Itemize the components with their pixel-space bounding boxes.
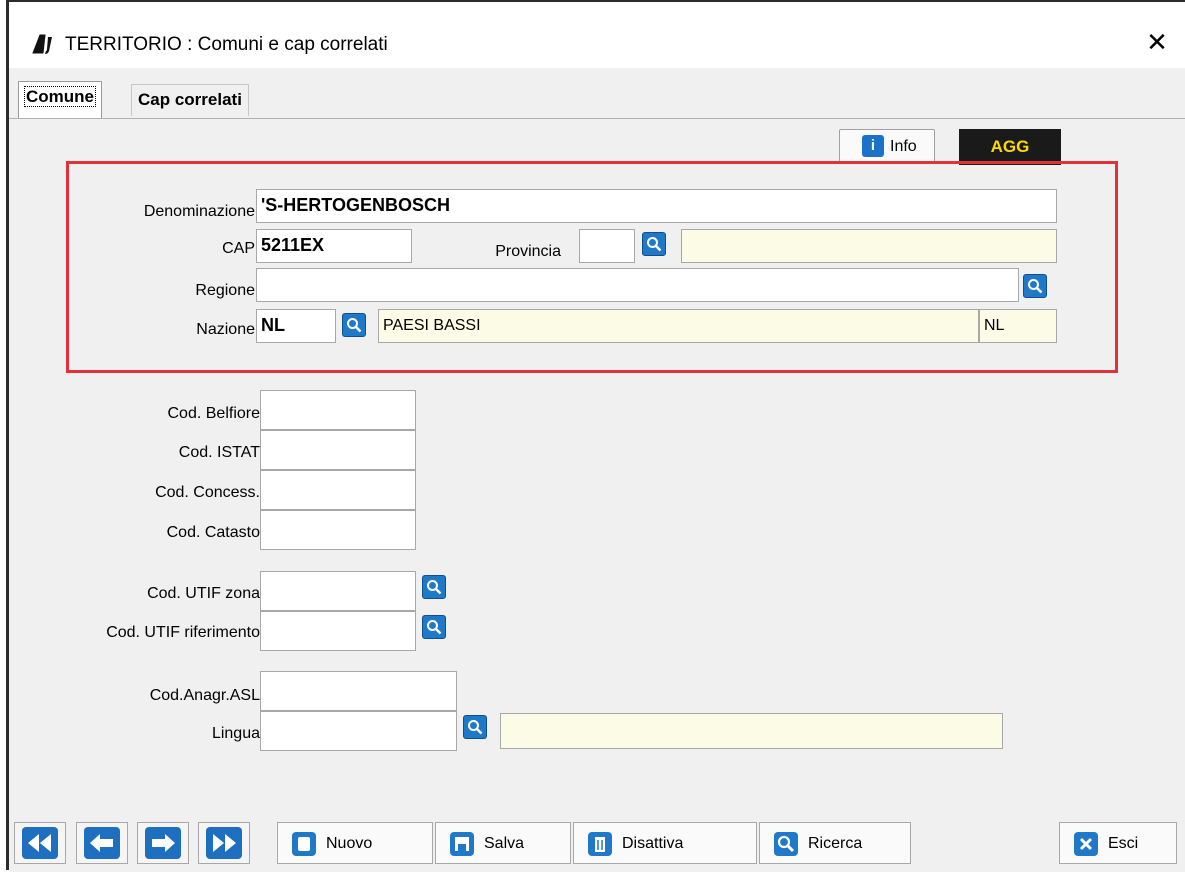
denominazione-field[interactable]: 'S-HERTOGENBOSCH bbox=[256, 189, 1057, 223]
cod-belfiore-label: Cod. Belfiore bbox=[167, 405, 261, 422]
nazione-description: PAESI BASSI bbox=[378, 309, 979, 343]
regione-search-icon[interactable] bbox=[1023, 274, 1047, 298]
next-record-button[interactable] bbox=[137, 822, 189, 864]
esci-label: Esci bbox=[1108, 835, 1139, 852]
cod-istat-field[interactable] bbox=[260, 430, 416, 470]
tab-bar: Comune Cap correlati bbox=[9, 68, 1185, 118]
regione-field[interactable] bbox=[256, 268, 1019, 302]
tab-cap-correlati-label: Cap correlati bbox=[138, 90, 242, 109]
salva-label: Salva bbox=[484, 835, 525, 852]
cod-anagr-asl-field[interactable] bbox=[260, 671, 457, 711]
previous-record-button[interactable] bbox=[76, 822, 128, 864]
main-window: TERRITORIO : Comuni e cap correlati ✕ Co… bbox=[6, 0, 1185, 872]
cod-utif-zona-label: Cod. UTIF zona bbox=[147, 585, 260, 602]
tab-cap-correlati[interactable]: Cap correlati bbox=[131, 84, 249, 116]
lingua-search-icon[interactable] bbox=[463, 715, 487, 739]
cod-utif-riferimento-search-icon[interactable] bbox=[422, 615, 446, 639]
double-arrow-left-icon bbox=[28, 834, 51, 852]
first-record-button[interactable] bbox=[14, 822, 66, 864]
close-icon[interactable]: ✕ bbox=[1143, 29, 1171, 57]
nazione-field[interactable]: NL bbox=[256, 309, 336, 343]
ricerca-button[interactable]: Ricerca bbox=[759, 822, 911, 864]
save-icon bbox=[450, 832, 474, 856]
cod-concess-field[interactable] bbox=[260, 470, 416, 510]
form-panel: i Info AGG Denominazione 'S-HERTOGENBOSC… bbox=[9, 118, 1185, 810]
disattiva-button[interactable]: Disattiva bbox=[573, 822, 757, 864]
window-title: TERRITORIO : Comuni e cap correlati bbox=[65, 34, 388, 55]
cap-label: CAP bbox=[222, 240, 255, 257]
app-logo-icon bbox=[32, 34, 52, 54]
cod-anagr-asl-label: Cod.Anagr.ASL bbox=[149, 687, 260, 704]
nazione-label: Nazione bbox=[196, 321, 255, 338]
info-icon: i bbox=[862, 135, 884, 157]
new-icon bbox=[292, 832, 316, 856]
denominazione-label: Denominazione bbox=[143, 203, 255, 220]
provincia-search-icon[interactable] bbox=[642, 232, 666, 256]
nazione-search-icon[interactable] bbox=[342, 313, 366, 337]
mode-badge: AGG bbox=[959, 129, 1061, 165]
double-arrow-right-icon bbox=[213, 834, 236, 852]
disattiva-label: Disattiva bbox=[622, 835, 684, 852]
search-icon bbox=[774, 832, 798, 856]
cod-concess-label: Cod. Concess. bbox=[155, 484, 260, 501]
tab-comune-label: Comune bbox=[24, 86, 96, 107]
cod-belfiore-field[interactable] bbox=[260, 390, 416, 430]
cod-utif-riferimento-label: Cod. UTIF riferimento bbox=[106, 624, 260, 641]
cod-utif-zona-search-icon[interactable] bbox=[422, 575, 446, 599]
info-button[interactable]: i Info bbox=[839, 129, 935, 163]
exit-icon bbox=[1074, 832, 1098, 856]
provincia-label: Provincia bbox=[495, 243, 561, 260]
lingua-description bbox=[500, 713, 1003, 749]
ricerca-label: Ricerca bbox=[808, 835, 863, 852]
nuovo-button[interactable]: Nuovo bbox=[277, 822, 433, 864]
esci-button[interactable]: Esci bbox=[1059, 822, 1177, 864]
lingua-field[interactable] bbox=[260, 711, 457, 751]
info-button-label: Info bbox=[890, 138, 917, 155]
tab-comune[interactable]: Comune bbox=[18, 81, 102, 118]
cod-catasto-label: Cod. Catasto bbox=[166, 524, 260, 541]
arrow-left-icon bbox=[90, 834, 113, 852]
cod-istat-label: Cod. ISTAT bbox=[178, 444, 260, 461]
nuovo-label: Nuovo bbox=[326, 835, 373, 852]
last-record-button[interactable] bbox=[198, 822, 250, 864]
regione-label: Regione bbox=[195, 282, 255, 299]
provincia-description bbox=[681, 229, 1057, 263]
cod-utif-riferimento-field[interactable] bbox=[260, 611, 416, 651]
bottom-toolbar: Nuovo Salva Disattiva Ricerca Esci bbox=[9, 810, 1185, 872]
title-bar: TERRITORIO : Comuni e cap correlati ✕ bbox=[9, 2, 1185, 68]
cap-field[interactable]: 5211EX bbox=[256, 229, 412, 263]
arrow-right-icon bbox=[152, 834, 175, 852]
nazione-code: NL bbox=[979, 309, 1057, 343]
trash-icon bbox=[588, 832, 612, 856]
provincia-field[interactable] bbox=[579, 229, 635, 263]
cod-utif-zona-field[interactable] bbox=[260, 571, 416, 611]
salva-button[interactable]: Salva bbox=[435, 822, 571, 864]
cod-catasto-field[interactable] bbox=[260, 510, 416, 550]
lingua-label: Lingua bbox=[211, 725, 260, 742]
